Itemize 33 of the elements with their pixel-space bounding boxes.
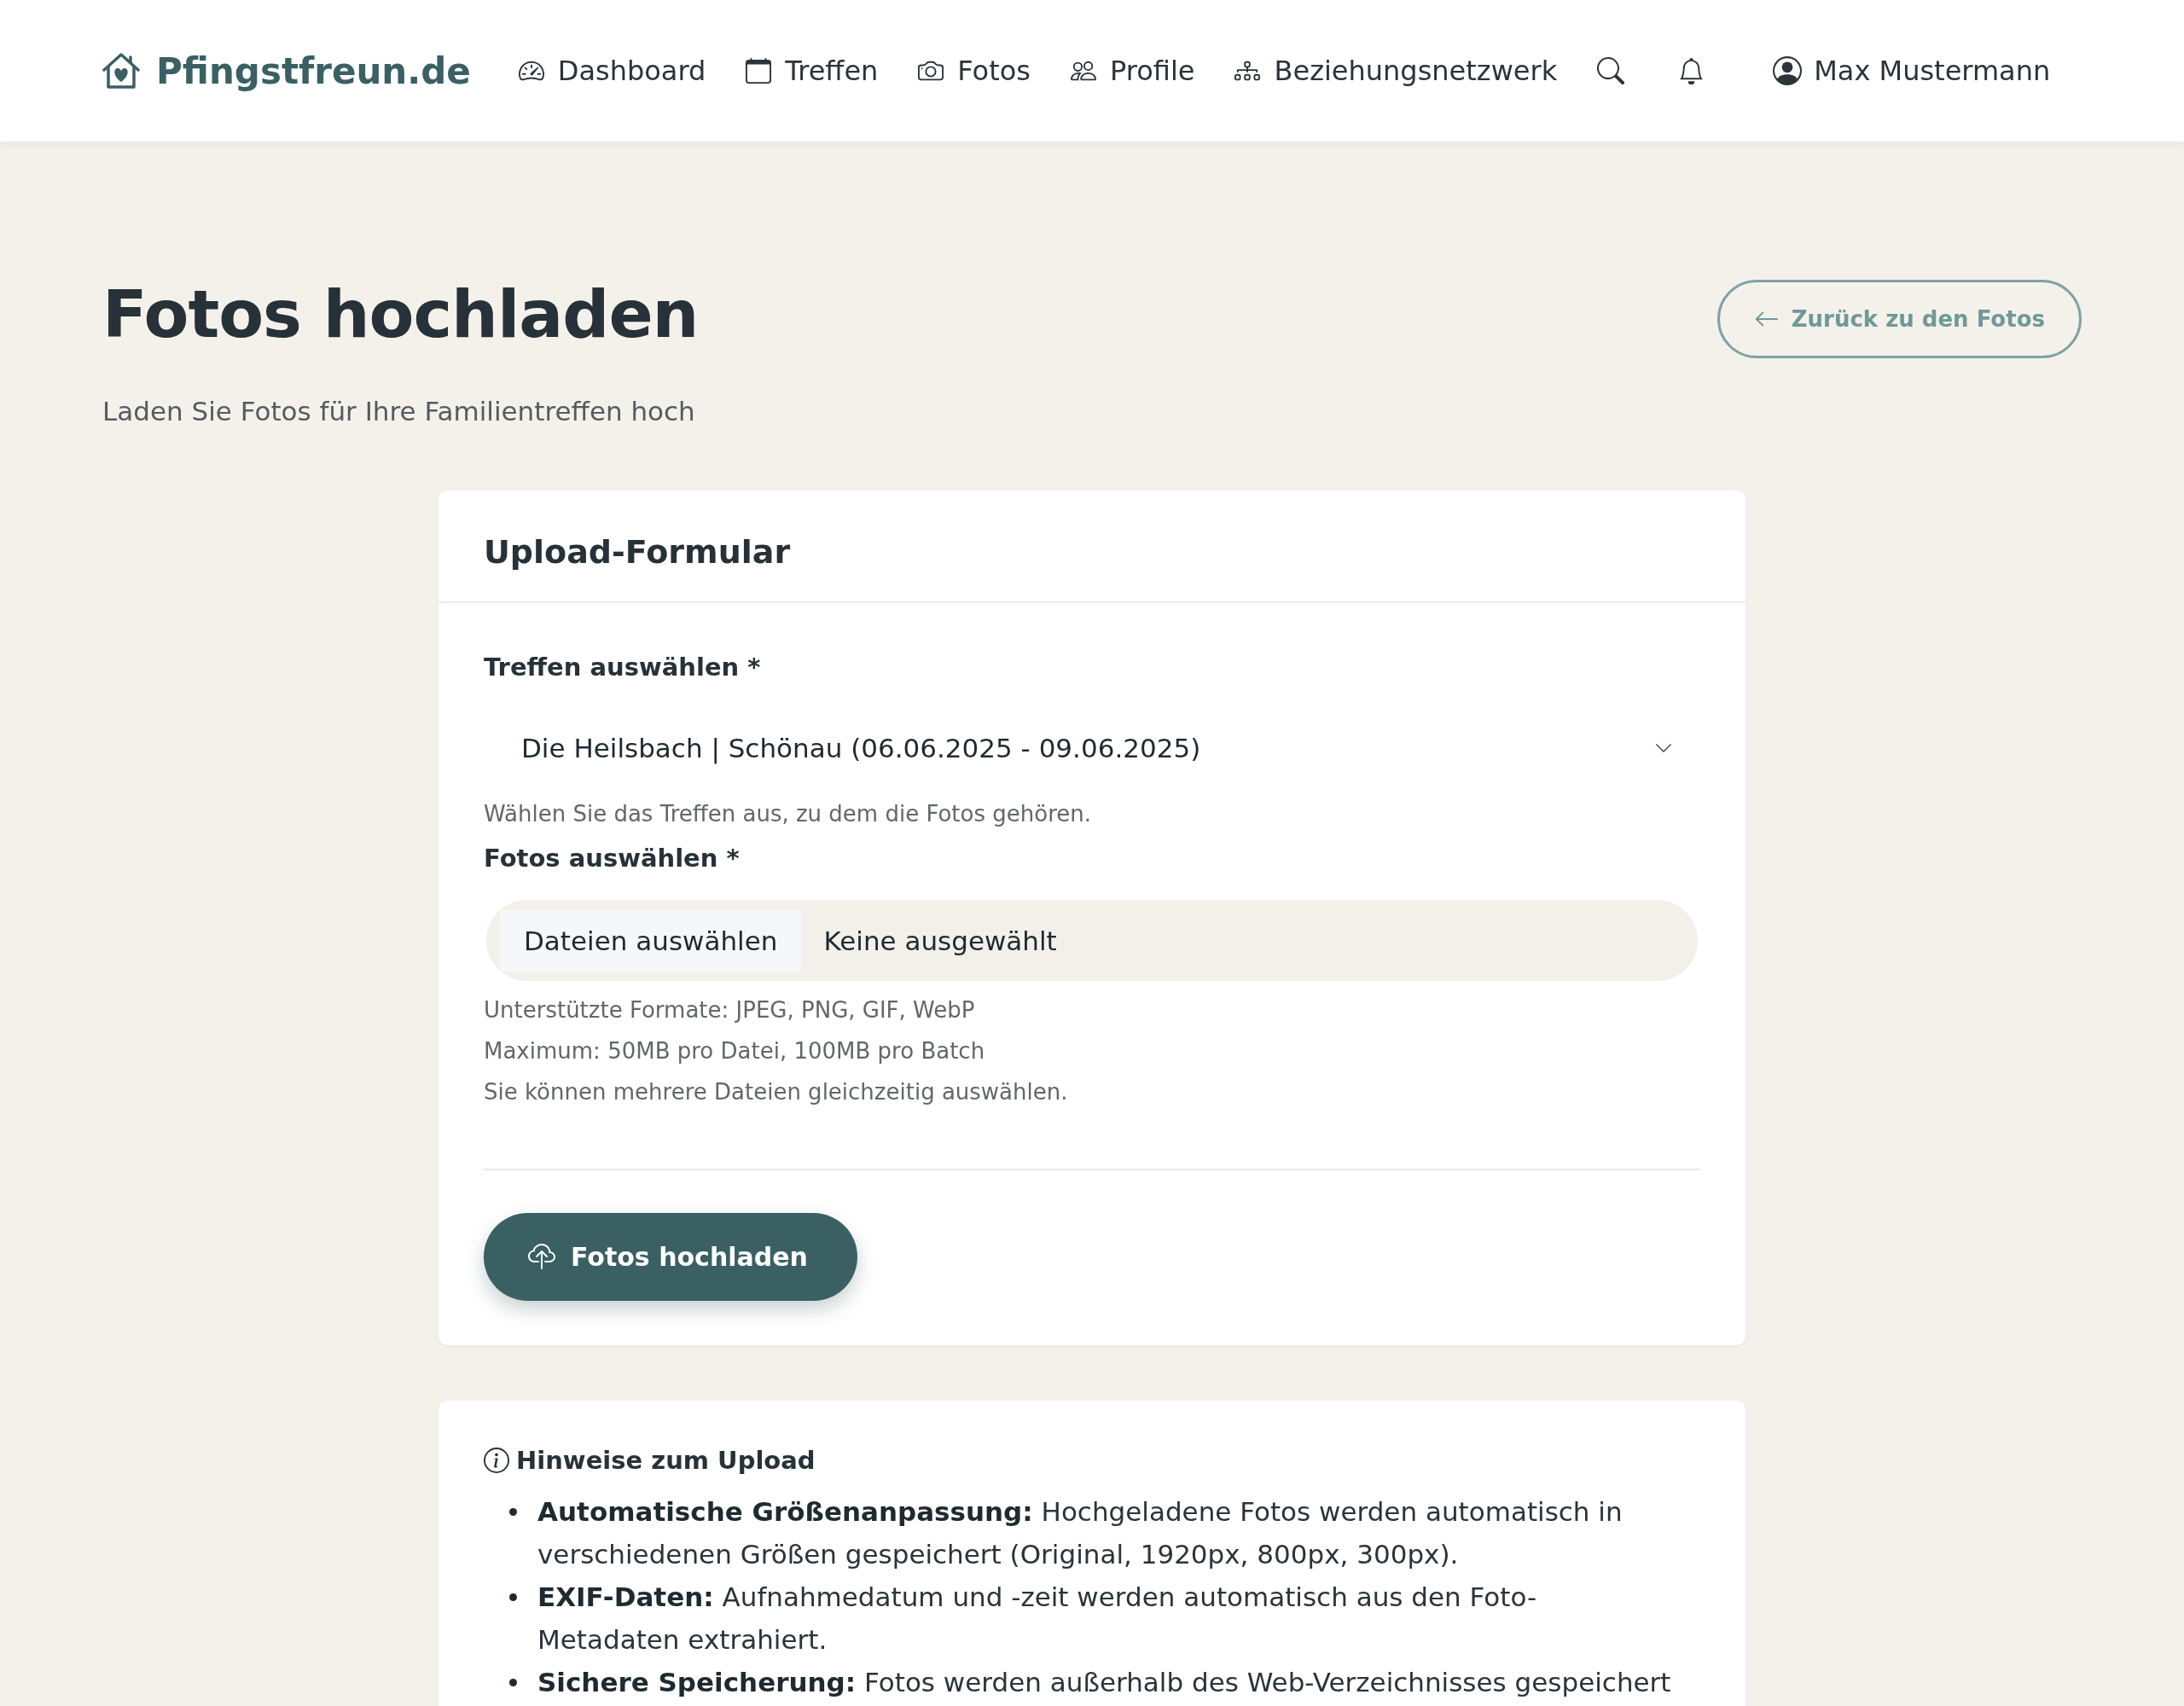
card-title: Upload-Formular	[484, 533, 791, 571]
user-menu[interactable]: Max Mustermann	[1773, 55, 2051, 87]
help-text: Maximum: 50MB pro Datei, 100MB pro Batch	[484, 1037, 986, 1065]
help-text: Unterstützte Formate: JPEG, PNG, GIF, WebP	[484, 996, 976, 1024]
nav-link[interactable]: Fotos	[918, 55, 1031, 87]
hint-text: Automatische Größenanpassung: Hochgeladene Fotos werden automatisch in verschiedenen Größen gespeichert (Original, 1920px, 800px, 300px).	[537, 1495, 1623, 1571]
bullet-icon	[509, 1679, 517, 1686]
cloud-upload-icon	[528, 1243, 555, 1271]
file-status-text: Keine ausgewählt	[823, 925, 1057, 956]
field-label: Treffen auswählen *	[484, 652, 762, 683]
upload-button[interactable]: Fotos hochladen	[484, 1213, 857, 1301]
file-input[interactable]: Dateien auswählen Keine ausgewählt	[486, 900, 1698, 981]
choose-files-button[interactable]: Dateien auswählen	[500, 909, 802, 972]
house-heart-icon	[102, 52, 140, 90]
hint-text: EXIF-Daten: Aufnahmedatum und -zeit werden automatisch aus den Foto-Metadaten extrahiert.	[537, 1581, 1538, 1657]
help-text: Wählen Sie das Treffen aus, zu dem die Fotos gehören.	[484, 800, 1093, 828]
search-icon[interactable]	[1597, 57, 1625, 84]
page-subtitle: Laden Sie Fotos für Ihre Familientreffen hoch	[102, 395, 696, 428]
bullet-icon	[509, 1593, 517, 1601]
hints-title: Hinweise zum Upload	[516, 1445, 816, 1477]
nav-link[interactable]: Beziehungsnetzwerk	[1234, 55, 1558, 87]
page-title: Fotos hochladen	[102, 276, 699, 354]
nav-link[interactable]: Treffen	[746, 55, 879, 87]
site-logo[interactable]: Pfingstfreun.de	[102, 49, 471, 92]
hint-text: Sichere Speicherung: Fotos werden außerhalb des Web-Verzeichnisses gespeichert	[537, 1666, 1671, 1699]
nav-link[interactable]: Profile	[1071, 55, 1195, 87]
nav-link[interactable]: Dashboard	[518, 55, 706, 87]
help-text: Sie können mehrere Dateien gleichzeitig auswählen.	[484, 1078, 1069, 1106]
bullet-icon	[509, 1508, 517, 1516]
calendar-icon	[746, 58, 772, 84]
info-icon	[484, 1448, 509, 1473]
user-avatar-icon	[1773, 56, 1803, 85]
field-label: Fotos auswählen *	[484, 843, 741, 874]
